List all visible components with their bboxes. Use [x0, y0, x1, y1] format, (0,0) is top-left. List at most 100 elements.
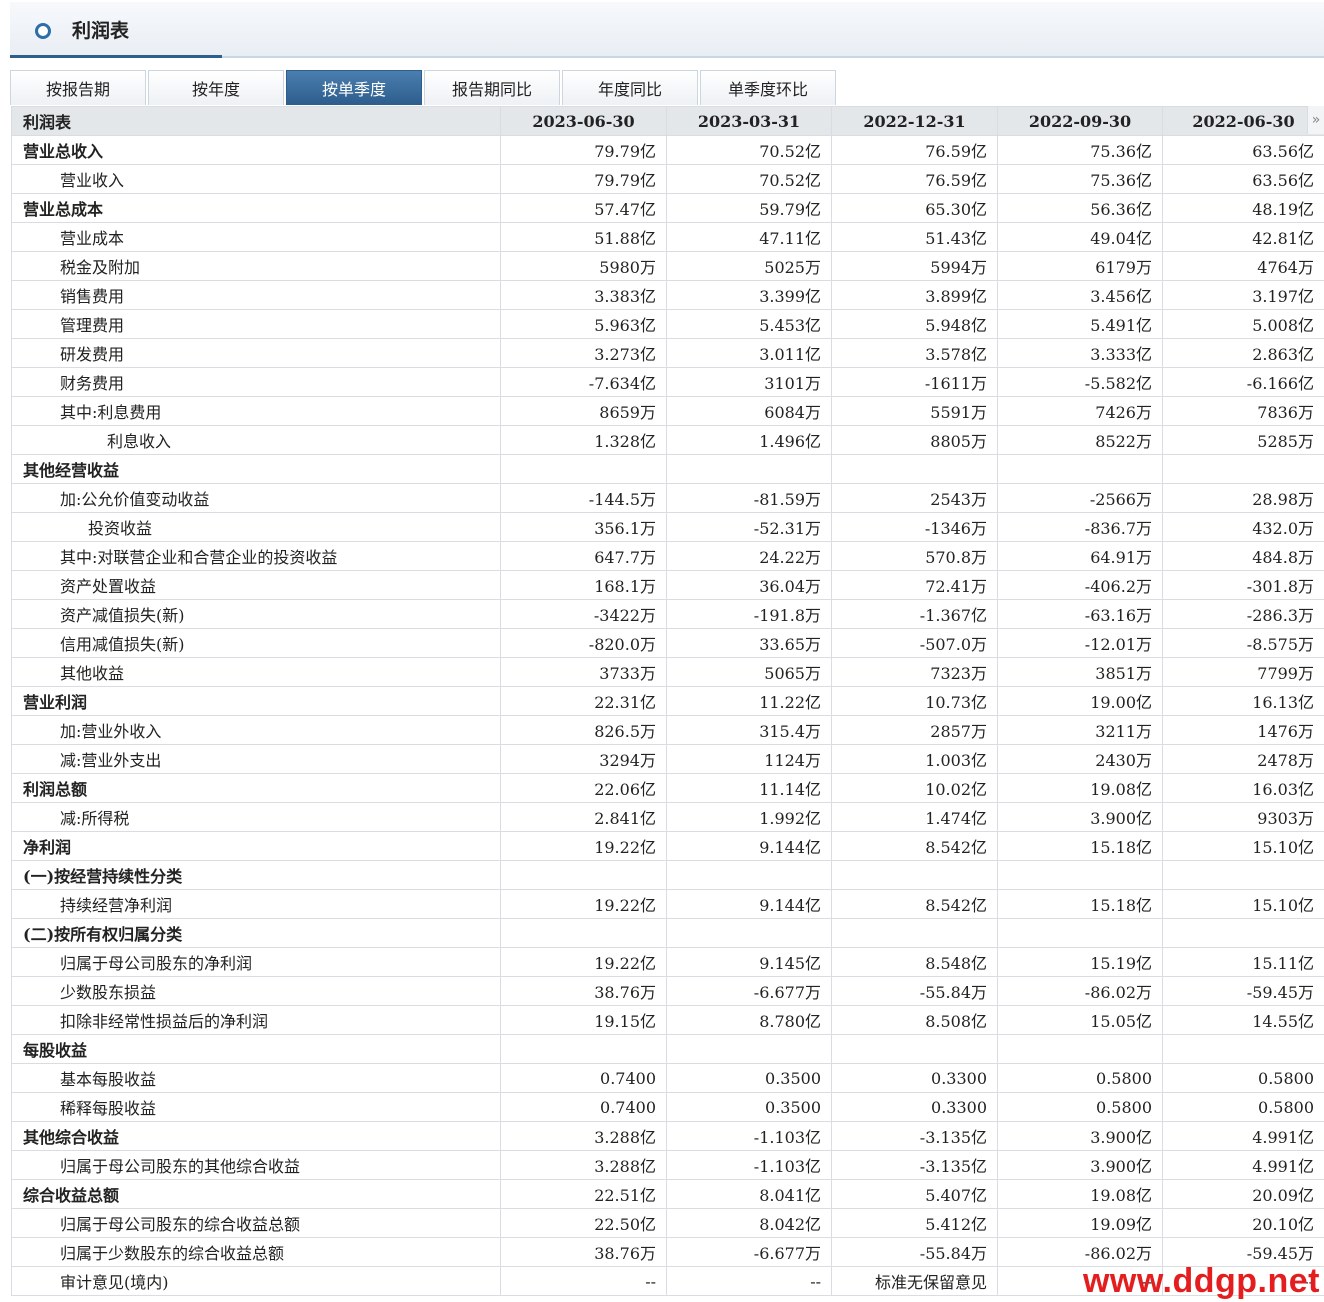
table-cell: 70.52亿 [666, 164, 832, 194]
table-row: 税金及附加 5980万 5025万 5994万 6179万 4764万 [11, 251, 1324, 281]
table-cell: 8.542亿 [831, 889, 998, 919]
table-cell: 5025万 [666, 251, 832, 281]
table-cell: 0.3300 [831, 1063, 998, 1093]
table-row: 减:所得税 2.841亿 1.992亿 1.474亿 3.900亿 9303万 [11, 802, 1324, 832]
table-cell: 76.59亿 [831, 135, 998, 165]
table-cell: 3101万 [666, 367, 832, 397]
table-cell: -191.8万 [666, 599, 832, 629]
table-cell: 8.041亿 [666, 1179, 832, 1209]
tab-1[interactable]: 按年度 [148, 70, 284, 105]
table-row: 其中:对联营企业和合营企业的投资收益 647.7万 24.22万 570.8万 64.9… [11, 541, 1324, 571]
table-cell: 19.08亿 [997, 1179, 1163, 1209]
row-label: 营业总成本 [11, 193, 501, 223]
table-cell [1162, 454, 1324, 484]
table-cell [997, 860, 1163, 890]
table-cell: 5065万 [666, 657, 832, 687]
table-row: 其中:利息费用 8659万 6084万 5591万 7426万 7836万 [11, 396, 1324, 426]
table-cell: 5.491亿 [997, 309, 1163, 339]
table-cell: 47.11亿 [666, 222, 832, 252]
table-cell: -7.634亿 [500, 367, 667, 397]
table-cell: 5.407亿 [831, 1179, 998, 1209]
row-label: 归属于母公司股东的其他综合收益 [11, 1150, 501, 1180]
table-cell: -3422万 [500, 599, 667, 629]
table-cell: 3211万 [997, 715, 1163, 745]
table-cell: -144.5万 [500, 483, 667, 513]
table-cell: 5.008亿 [1162, 309, 1324, 339]
table-cell: 22.50亿 [500, 1208, 667, 1238]
table-cell: -8.575万 [1162, 628, 1324, 658]
column-header: 2023-03-31 [666, 106, 832, 136]
table-cell [500, 918, 667, 948]
row-label: (二)按所有权归属分类 [11, 918, 501, 948]
table-cell: 5.453亿 [666, 309, 832, 339]
table-cell: 3.288亿 [500, 1150, 667, 1180]
tab-5[interactable]: 单季度环比 [700, 70, 836, 105]
table-cell: 3.899亿 [831, 280, 998, 310]
table-cell: 38.76万 [500, 976, 667, 1006]
table-cell: 5285万 [1162, 425, 1324, 455]
table-cell: -6.677万 [666, 976, 832, 1006]
row-label: 其中:利息费用 [11, 396, 501, 426]
row-label: 其他综合收益 [11, 1121, 501, 1151]
table-cell: 19.15亿 [500, 1005, 667, 1035]
table-cell [997, 918, 1163, 948]
table-cell: 3733万 [500, 657, 667, 687]
table-cell: 15.18亿 [997, 889, 1163, 919]
table-cell: 28.98万 [1162, 483, 1324, 513]
row-label: 营业成本 [11, 222, 501, 252]
row-label: 审计意见(境内) [11, 1266, 501, 1296]
table-cell: 356.1万 [500, 512, 667, 542]
tab-3[interactable]: 报告期同比 [424, 70, 560, 105]
table-cell: 3.399亿 [666, 280, 832, 310]
table-cell: 57.47亿 [500, 193, 667, 223]
row-label: 少数股东损益 [11, 976, 501, 1006]
table-cell: 10.02亿 [831, 773, 998, 803]
table-cell [831, 860, 998, 890]
table-cell: 11.14亿 [666, 773, 832, 803]
tab-2[interactable]: 按单季度 [286, 70, 422, 105]
tab-4[interactable]: 年度同比 [562, 70, 698, 105]
table-cell: 72.41万 [831, 570, 998, 600]
row-label: 归属于少数股东的综合收益总额 [11, 1237, 501, 1267]
table-cell: 0.3500 [666, 1092, 832, 1122]
table-cell: 16.03亿 [1162, 773, 1324, 803]
table-cell: -3.135亿 [831, 1150, 998, 1180]
scroll-right-icon[interactable]: » [1307, 106, 1324, 134]
table-row: 净利润 19.22亿 9.144亿 8.542亿 15.18亿 15.10亿 [11, 831, 1324, 861]
table-cell: 8.780亿 [666, 1005, 832, 1035]
table-cell: 19.22亿 [500, 889, 667, 919]
table-row: 少数股东损益 38.76万 -6.677万 -55.84万 -86.02万 -59.45万 [11, 976, 1324, 1006]
table-row: 管理费用 5.963亿 5.453亿 5.948亿 5.491亿 5.008亿 [11, 309, 1324, 339]
table-cell: 1476万 [1162, 715, 1324, 745]
table-cell: 8.548亿 [831, 947, 998, 977]
table-cell: 49.04亿 [997, 222, 1163, 252]
row-label: 每股收益 [11, 1034, 501, 1064]
table-cell: 3.288亿 [500, 1121, 667, 1151]
table-cell: 0.7400 [500, 1063, 667, 1093]
table-cell: 22.06亿 [500, 773, 667, 803]
table-cell: -- [500, 1266, 667, 1296]
row-label: 税金及附加 [11, 251, 501, 281]
table-cell: 3.273亿 [500, 338, 667, 368]
row-label: 研发费用 [11, 338, 501, 368]
table-cell: 432.0万 [1162, 512, 1324, 542]
table-cell: 79.79亿 [500, 135, 667, 165]
table-row: 其他收益 3733万 5065万 7323万 3851万 7799万 [11, 657, 1324, 687]
table-cell: 33.65万 [666, 628, 832, 658]
table-cell: 5980万 [500, 251, 667, 281]
table-cell: 168.1万 [500, 570, 667, 600]
table-row: 营业收入 79.79亿 70.52亿 76.59亿 75.36亿 63.56亿 [11, 164, 1324, 194]
table-cell: 3294万 [500, 744, 667, 774]
table-row: 投资收益 356.1万 -52.31万 -1346万 -836.7万 432.0万 [11, 512, 1324, 542]
table-cell: 7799万 [1162, 657, 1324, 687]
table-cell: 5591万 [831, 396, 998, 426]
row-label: 归属于母公司股东的净利润 [11, 947, 501, 977]
table-cell: 59.79亿 [666, 193, 832, 223]
table-cell: -- [666, 1266, 832, 1296]
tab-0[interactable]: 按报告期 [10, 70, 146, 105]
table-row: 信用减值损失(新) -820.0万 33.65万 -507.0万 -12.01万 -8.5… [11, 628, 1324, 658]
table-cell: 4.991亿 [1162, 1150, 1324, 1180]
table-row: 资产减值损失(新) -3422万 -191.8万 -1.367亿 -63.16万 -286… [11, 599, 1324, 629]
table-cell: 2857万 [831, 715, 998, 745]
table-cell: 570.8万 [831, 541, 998, 571]
